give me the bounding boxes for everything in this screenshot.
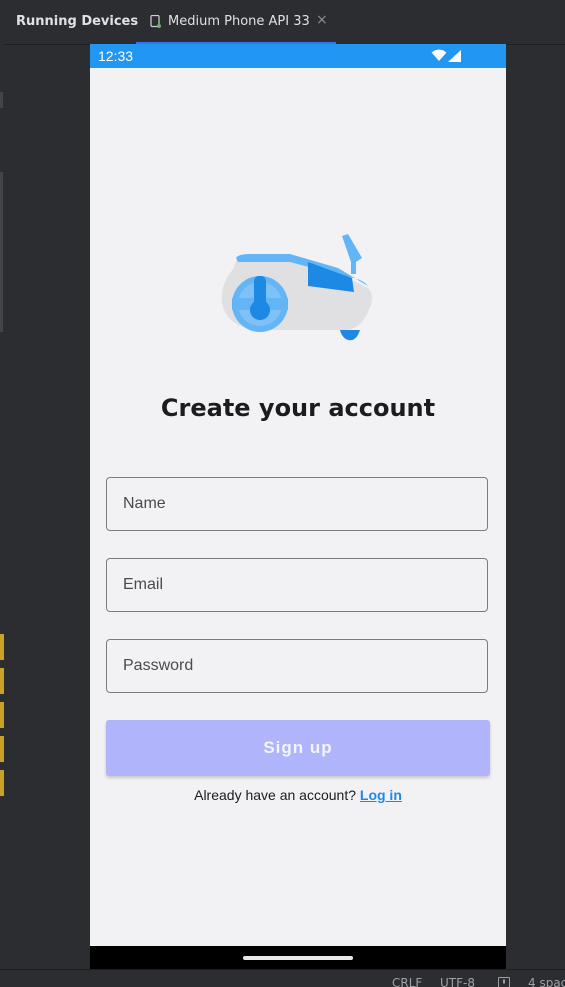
sign-up-button[interactable]: Sign up bbox=[106, 720, 490, 776]
wifi-icon bbox=[431, 49, 447, 61]
name-placeholder: Name bbox=[123, 495, 166, 512]
tab-medium-phone[interactable]: Medium Phone API 33 × bbox=[136, 0, 336, 44]
phone-status-bar: 12:33 bbox=[90, 44, 506, 68]
device-icon bbox=[150, 15, 161, 28]
tool-window-header: Running Devices Medium Phone API 33 × bbox=[0, 0, 565, 45]
left-gutter bbox=[0, 44, 4, 964]
name-field[interactable]: Name bbox=[106, 477, 488, 531]
sign-up-label: Sign up bbox=[263, 738, 333, 757]
gutter-marker bbox=[0, 736, 4, 762]
robot-vacuum-icon bbox=[221, 234, 372, 341]
email-placeholder: Email bbox=[123, 576, 164, 593]
panel-title: Running Devices bbox=[16, 14, 139, 29]
gutter-marker bbox=[0, 702, 4, 728]
encoding-indicator[interactable]: UTF-8 bbox=[440, 976, 475, 987]
home-gesture-handle[interactable] bbox=[243, 956, 353, 960]
email-field[interactable]: Email bbox=[106, 558, 488, 612]
login-prompt-text: Already have an account? bbox=[194, 787, 356, 803]
device-tab-label: Medium Phone API 33 bbox=[168, 14, 310, 29]
emulator-screen: 12:33 Create your account Name Email Pas… bbox=[90, 44, 506, 970]
gutter-marker bbox=[0, 92, 3, 108]
gutter-marker bbox=[0, 172, 3, 332]
password-field[interactable]: Password bbox=[106, 639, 488, 693]
status-time: 12:33 bbox=[98, 48, 134, 64]
inspection-icon[interactable] bbox=[498, 977, 510, 987]
ide-status-bar: CRLF UTF-8 4 spac bbox=[0, 969, 565, 987]
indent-indicator[interactable]: 4 spac bbox=[528, 976, 565, 987]
gutter-marker bbox=[0, 770, 4, 796]
cellular-signal-icon bbox=[448, 50, 461, 62]
close-icon[interactable]: × bbox=[316, 12, 328, 28]
page-title: Create your account bbox=[160, 394, 436, 422]
login-prompt-row: Already have an account? Log in bbox=[90, 787, 506, 803]
gutter-marker bbox=[0, 668, 4, 694]
gutter-marker bbox=[0, 634, 4, 660]
gesture-nav-bar bbox=[90, 946, 506, 970]
line-separator-indicator[interactable]: CRLF bbox=[392, 976, 422, 987]
android-studio-window: Running Devices Medium Phone API 33 × 12… bbox=[0, 0, 565, 987]
password-placeholder: Password bbox=[123, 657, 194, 674]
log-in-link[interactable]: Log in bbox=[360, 787, 402, 803]
